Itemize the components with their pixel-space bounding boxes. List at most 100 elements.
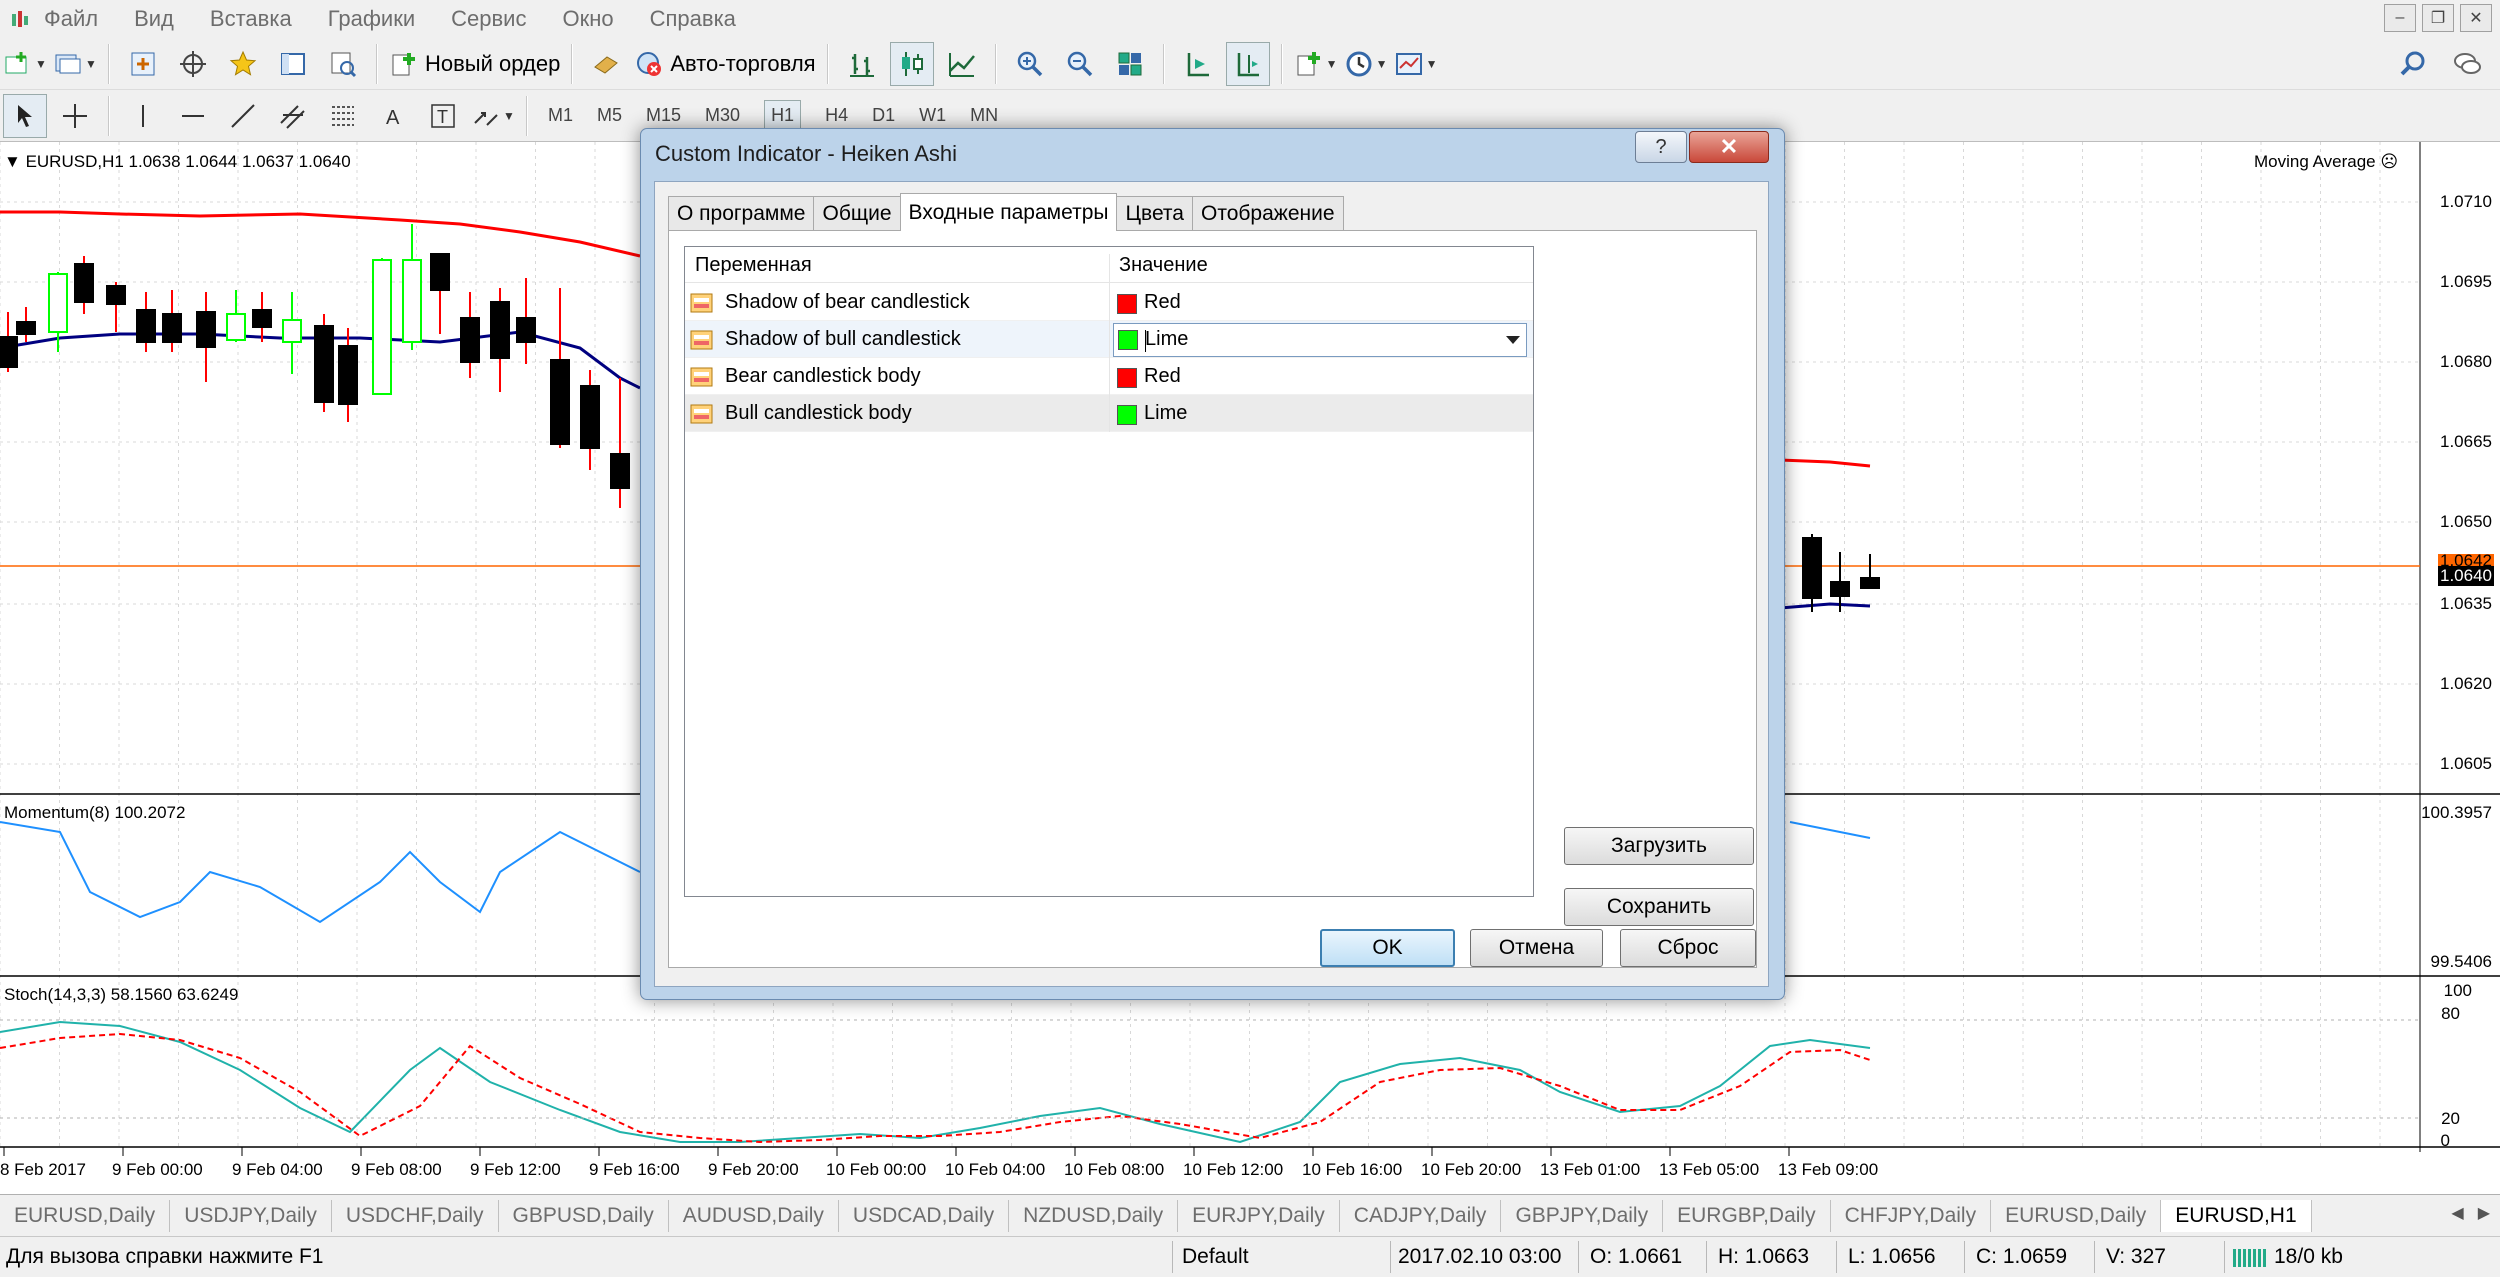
- chart-tab[interactable]: EURJPY,Daily: [1178, 1199, 1340, 1232]
- chart-tab[interactable]: USDCHF,Daily: [332, 1199, 499, 1232]
- parameter-name: Shadow of bull candlestick: [725, 328, 961, 350]
- auto-scroll-icon[interactable]: [1176, 42, 1220, 86]
- menu-charts[interactable]: Графики: [328, 6, 415, 32]
- text-label-icon[interactable]: T: [421, 94, 465, 138]
- menu-file[interactable]: Файл: [44, 6, 98, 32]
- bar-chart-icon[interactable]: [840, 42, 884, 86]
- timeframe-m15[interactable]: M15: [646, 105, 681, 126]
- dropdown-arrow-icon[interactable]: [1506, 336, 1520, 344]
- timeframe-h1[interactable]: H1: [764, 100, 802, 131]
- table-row[interactable]: Bear candlestick body Red: [685, 358, 1533, 395]
- close-window-icon[interactable]: ✕: [2460, 4, 2492, 32]
- new-chart-button[interactable]: ▼: [3, 42, 47, 86]
- menu-tools[interactable]: Сервис: [451, 6, 526, 32]
- toolbar-separator: [1162, 43, 1165, 84]
- candlestick-chart-icon[interactable]: [889, 41, 934, 86]
- timeframe-h4[interactable]: H4: [825, 105, 848, 126]
- candle-body: [610, 453, 630, 489]
- dialog-close-button[interactable]: ✕: [1689, 131, 1769, 163]
- text-icon[interactable]: A: [371, 94, 415, 138]
- close-indicator-icon[interactable]: ☹: [2380, 152, 2398, 171]
- timeframe-mn[interactable]: MN: [970, 105, 998, 126]
- market-watch-icon[interactable]: [121, 42, 165, 86]
- reset-button[interactable]: Сброс: [1620, 929, 1756, 967]
- indicator-label[interactable]: Moving Average ☹: [2254, 152, 2398, 172]
- candle-body: [196, 311, 216, 348]
- parameter-icon: [690, 365, 714, 389]
- tab-colors[interactable]: Цвета: [1116, 196, 1193, 230]
- cursor-icon[interactable]: [3, 93, 47, 138]
- load-button[interactable]: Загрузить: [1564, 827, 1754, 865]
- periods-button[interactable]: ▼: [1344, 42, 1388, 86]
- strategy-tester-icon[interactable]: [321, 42, 365, 86]
- profiles-button[interactable]: ▼: [53, 42, 97, 86]
- indicators-button[interactable]: ▼: [1294, 42, 1338, 86]
- col-value-header[interactable]: Значение: [1119, 254, 1208, 277]
- dialog-help-button[interactable]: ?: [1635, 131, 1687, 163]
- templates-button[interactable]: ▼: [1394, 42, 1438, 86]
- restore-icon[interactable]: ❐: [2422, 4, 2454, 32]
- candle-body: [226, 313, 246, 341]
- col-variable-header[interactable]: Переменная: [695, 254, 812, 277]
- horizontal-line-icon[interactable]: [171, 94, 215, 138]
- crosshair-nav-icon[interactable]: [171, 42, 215, 86]
- tab-visualization[interactable]: Отображение: [1191, 196, 1344, 230]
- tab-about[interactable]: О программе: [668, 196, 815, 230]
- trendline-icon[interactable]: [221, 94, 265, 138]
- menu-help[interactable]: Справка: [650, 6, 736, 32]
- chart-tab[interactable]: NZDUSD,Daily: [1009, 1199, 1179, 1232]
- table-row[interactable]: Shadow of bear candlestick Red: [685, 284, 1533, 321]
- tab-scroll-right-icon[interactable]: ▶: [2478, 1203, 2490, 1223]
- minimize-icon[interactable]: –: [2384, 4, 2416, 32]
- table-row[interactable]: Bull candlestick body Lime: [685, 395, 1533, 432]
- table-row-selected[interactable]: Shadow of bull candlestick Lime: [685, 321, 1533, 358]
- chart-tab[interactable]: EURUSD,Daily: [1991, 1199, 2162, 1232]
- parameter-value: Red: [1144, 365, 1181, 387]
- zoom-in-icon[interactable]: [1008, 42, 1052, 86]
- tab-common[interactable]: Общие: [813, 196, 901, 230]
- ma-line-red: [0, 210, 641, 258]
- menu-window[interactable]: Окно: [562, 6, 613, 32]
- line-chart-icon[interactable]: [940, 42, 984, 86]
- save-button[interactable]: Сохранить: [1564, 888, 1754, 926]
- equidistant-channel-icon[interactable]: [271, 94, 315, 138]
- timeframe-m5[interactable]: M5: [597, 105, 622, 126]
- chart-tab[interactable]: USDCAD,Daily: [839, 1199, 1010, 1232]
- search-icon[interactable]: [2391, 42, 2435, 86]
- metaeditor-icon[interactable]: [584, 42, 628, 86]
- chart-shift-icon[interactable]: [1225, 41, 1270, 86]
- autotrading-button[interactable]: Авто-торговля: [634, 42, 816, 86]
- tile-windows-icon[interactable]: [1108, 42, 1152, 86]
- chart-tab[interactable]: EURUSD,Daily: [0, 1199, 171, 1232]
- crosshair-icon[interactable]: [53, 94, 97, 138]
- menu-view[interactable]: Вид: [134, 6, 174, 32]
- chart-tab[interactable]: GBPUSD,Daily: [499, 1199, 669, 1232]
- column-divider: [1109, 358, 1110, 395]
- timeframe-m30[interactable]: M30: [705, 105, 740, 126]
- cancel-button[interactable]: Отмена: [1470, 929, 1603, 967]
- terminal-icon[interactable]: [271, 42, 315, 86]
- svg-text:T: T: [437, 107, 448, 127]
- vertical-line-icon[interactable]: [121, 94, 165, 138]
- chart-tab[interactable]: USDJPY,Daily: [170, 1199, 332, 1232]
- menu-insert[interactable]: Вставка: [210, 6, 292, 32]
- tab-inputs[interactable]: Входные параметры: [899, 193, 1118, 231]
- navigator-star-icon[interactable]: [221, 42, 265, 86]
- zoom-out-icon[interactable]: [1058, 42, 1102, 86]
- chart-tab[interactable]: GBPJPY,Daily: [1501, 1199, 1664, 1232]
- chart-tab[interactable]: EURGBP,Daily: [1663, 1199, 1831, 1232]
- fibonacci-icon[interactable]: [321, 94, 365, 138]
- color-select[interactable]: Lime: [1113, 323, 1527, 357]
- chart-tab-active[interactable]: EURUSD,H1: [2161, 1199, 2312, 1232]
- chart-tab[interactable]: AUDUSD,Daily: [669, 1199, 839, 1232]
- timeframe-d1[interactable]: D1: [872, 105, 895, 126]
- chat-icon[interactable]: [2445, 42, 2489, 86]
- chart-tab[interactable]: CHFJPY,Daily: [1831, 1199, 1992, 1232]
- arrows-icon[interactable]: ▼: [471, 94, 515, 138]
- ok-button[interactable]: OK: [1320, 929, 1455, 967]
- tab-scroll-left-icon[interactable]: ◀: [2451, 1203, 2463, 1223]
- chart-tab[interactable]: CADJPY,Daily: [1340, 1199, 1502, 1232]
- timeframe-w1[interactable]: W1: [919, 105, 946, 126]
- timeframe-m1[interactable]: M1: [548, 105, 573, 126]
- new-order-button[interactable]: Новый ордер: [389, 42, 560, 86]
